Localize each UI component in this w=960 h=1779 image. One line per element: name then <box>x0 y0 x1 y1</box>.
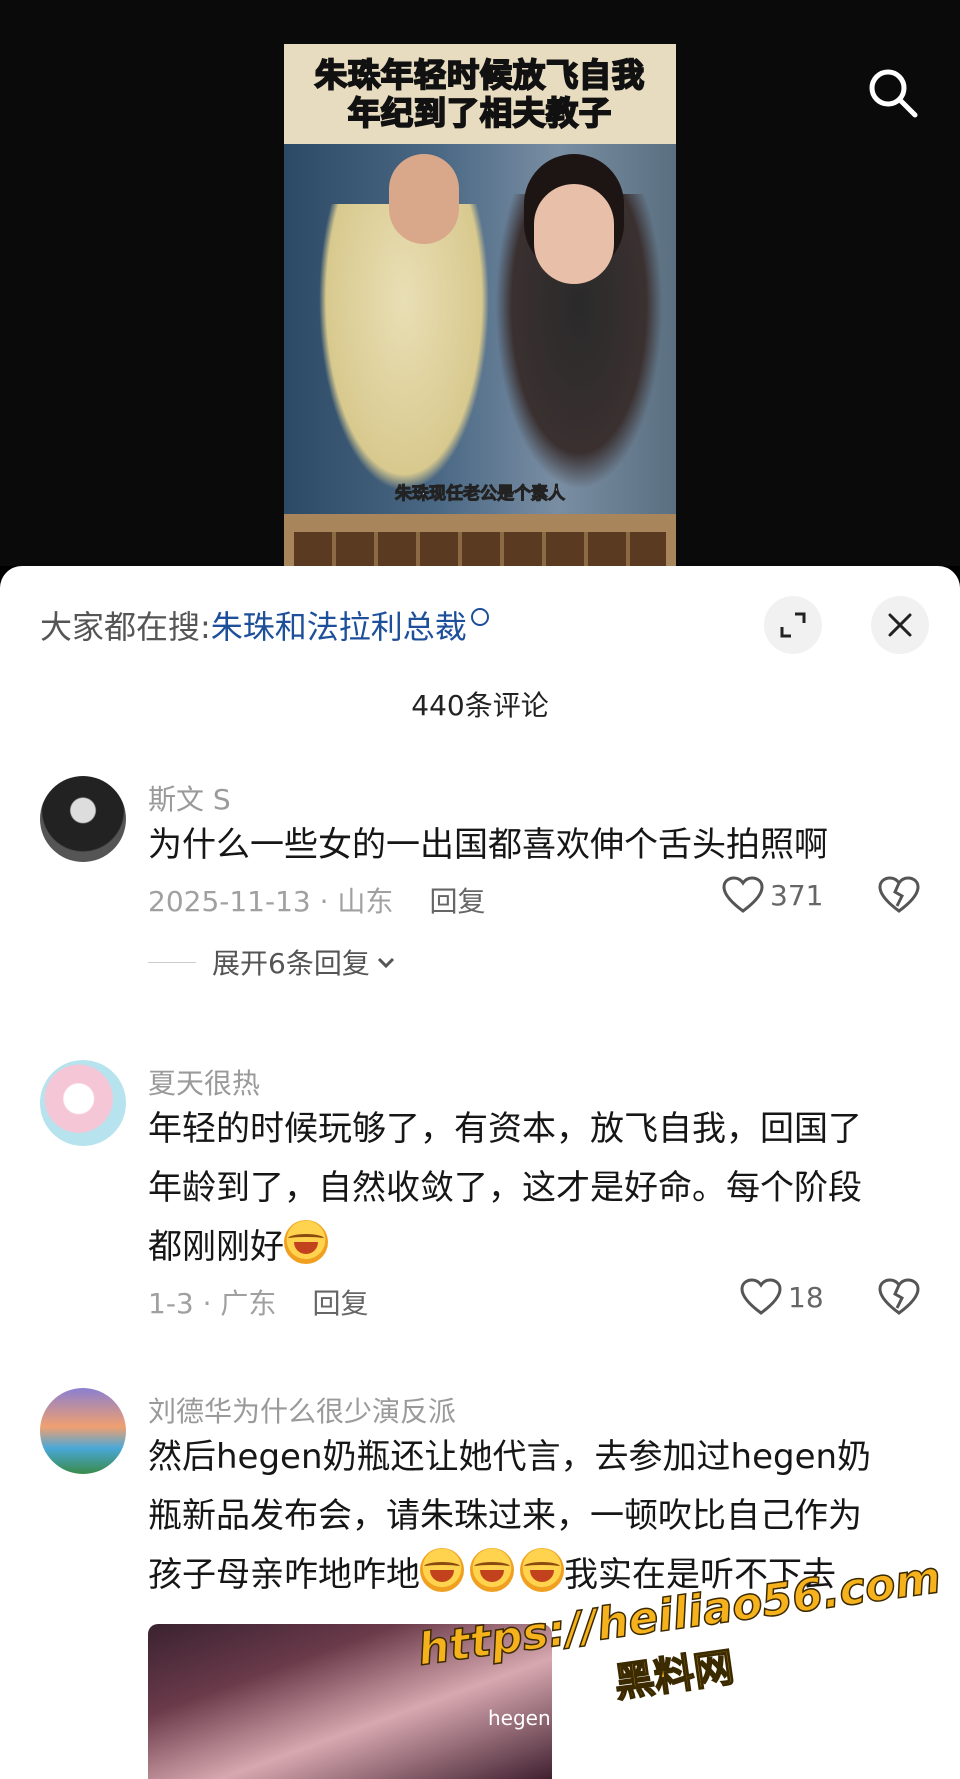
expand-icon <box>780 612 806 638</box>
comment-text-line: 孩子母亲咋地咋地 <box>148 1555 420 1595</box>
search-icon[interactable] <box>866 66 920 120</box>
video-frame[interactable]: 朱珠年轻时候放飞自我 年纪到了相夫教子 朱珠现任老公是个素人 <box>284 44 676 566</box>
video-caption-line2: 年纪到了相夫教子 <box>347 93 612 133</box>
comment-username[interactable]: 夏天很热 <box>148 1062 260 1102</box>
man-head <box>389 154 459 244</box>
laughing-emoji-icon <box>520 1548 564 1592</box>
man-figure <box>304 204 504 524</box>
dislike-button[interactable] <box>878 876 920 918</box>
comment-date-location: 2025-11-13 · 山东 <box>148 885 394 918</box>
video-subtitle: 朱珠现任老公是个素人 <box>395 484 566 505</box>
comment-text-line: 年轻的时候玩够了，有资本，放飞自我，回国了 <box>148 1109 862 1149</box>
expand-replies-label: 展开6条回复 <box>212 947 370 980</box>
comment-text: 年轻的时候玩够了，有资本，放飞自我，回国了 年龄到了，自然收敛了，这才是好命。每… <box>148 1100 918 1277</box>
comment-username[interactable]: 刘德华为什么很少演反派 <box>148 1390 456 1430</box>
comment-username[interactable]: 斯文 S <box>148 778 231 818</box>
comment-text-line: 然后hegen奶瓶还让她代言，去参加过hegen奶 <box>148 1437 872 1477</box>
hot-search-prefix: 大家都在搜: <box>40 608 211 646</box>
broken-heart-icon <box>878 876 920 913</box>
comment-count: 440条评论 <box>411 689 549 722</box>
search-icon <box>470 608 489 626</box>
chevron-down-icon <box>377 957 394 969</box>
reply-button[interactable]: 回复 <box>429 885 485 918</box>
avatar[interactable] <box>40 776 126 862</box>
laughing-emoji-icon <box>284 1220 328 1264</box>
expand-button[interactable] <box>764 596 822 654</box>
comment-text-line: 年龄到了，自然收敛了，这才是好命。每个阶段 <box>148 1168 862 1208</box>
dislike-button[interactable] <box>878 1278 920 1320</box>
like-count: 371 <box>770 878 824 912</box>
video-caption-line1: 朱珠年轻时候放飞自我 <box>314 55 645 95</box>
comment-text-line: 都刚刚好 <box>148 1227 284 1267</box>
like-button[interactable]: 18 <box>740 1278 824 1316</box>
laughing-emoji-icon <box>420 1548 464 1592</box>
like-button[interactable]: 371 <box>722 876 823 914</box>
laughing-emoji-icon <box>470 1548 514 1592</box>
like-count: 18 <box>788 1280 824 1314</box>
video-photo: 朱珠现任老公是个素人 <box>284 144 676 524</box>
avatar[interactable] <box>40 1060 126 1146</box>
close-button[interactable] <box>871 596 929 654</box>
hot-search-link[interactable]: 朱珠和法拉利总裁 <box>211 608 467 646</box>
comment-date-location: 1-3 · 广东 <box>148 1287 277 1320</box>
reply-button[interactable]: 回复 <box>312 1287 368 1320</box>
video-caption: 朱珠年轻时候放飞自我 年纪到了相夫教子 <box>284 44 676 144</box>
comment-meta: 1-3 · 广东 回复 <box>148 1282 368 1322</box>
broken-heart-icon <box>878 1278 920 1315</box>
video-bottom-strip <box>284 514 676 566</box>
heart-icon <box>722 876 764 913</box>
woman-head <box>534 184 614 284</box>
comment-text-line: 瓶新品发布会，请朱珠过来，一顿吹比自己作为 <box>148 1496 862 1536</box>
video-player[interactable]: 朱珠年轻时候放飞自我 年纪到了相夫教子 朱珠现任老公是个素人 <box>0 0 960 566</box>
avatar[interactable] <box>40 1388 126 1474</box>
comment-text: 为什么一些女的一出国都喜欢伸个舌头拍照啊 <box>148 825 828 865</box>
close-icon <box>888 613 912 637</box>
heart-icon <box>740 1278 782 1315</box>
comment-meta: 2025-11-13 · 山东 回复 <box>148 880 485 920</box>
expand-replies[interactable]: 展开6条回复 <box>148 942 398 982</box>
hot-search-bar: 大家都在搜:朱珠和法拉利总裁 <box>40 602 489 648</box>
